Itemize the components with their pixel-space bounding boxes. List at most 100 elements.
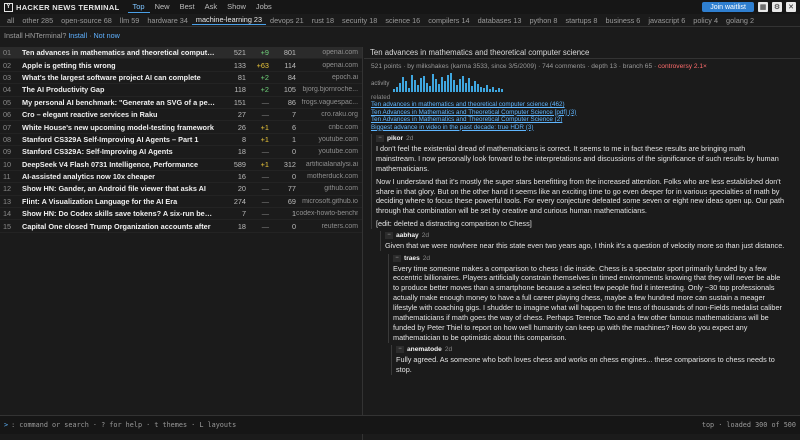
story-rank-delta: — — [261, 97, 269, 107]
comment-author[interactable]: anematode — [407, 346, 442, 353]
story-list: 0 1 Ten advances in mathematics and theore… — [0, 47, 363, 440]
story-row[interactable]: 08 Stanford CS329A Self-Improving AI Agen… — [0, 134, 362, 147]
story-row[interactable]: 05 My personal AI benchmark: "Generate an… — [0, 97, 362, 109]
comment-body: Given that we were nowhere near this sta… — [385, 241, 786, 251]
nav-new[interactable]: New — [150, 1, 175, 13]
story-comments: 0 — [291, 172, 296, 182]
story-rank: 12 — [3, 184, 12, 194]
category-tab[interactable]: security 18 — [338, 16, 381, 25]
related-link[interactable]: Ten advances in mathematics and theoreti… — [371, 101, 793, 109]
command-input[interactable]: : command or search · ? for help · t the… — [11, 421, 236, 429]
nav-ask[interactable]: Ask — [200, 1, 223, 13]
category-tab[interactable]: open-source 68 — [57, 16, 116, 25]
story-row[interactable]: 01 Ten advances in mathematics and theore… — [0, 47, 362, 60]
grid-icon[interactable]: ▦ — [758, 2, 768, 12]
collapse-toggle-icon[interactable]: − — [376, 135, 384, 143]
comment-author[interactable]: aabhay — [396, 232, 419, 239]
activity-bar — [474, 81, 476, 92]
activity-bar — [393, 88, 395, 92]
story-row[interactable]: 11 AI-assisted analytics now 10x cheaper 1… — [0, 171, 362, 184]
story-points: 589 — [233, 159, 246, 169]
activity-bar — [486, 84, 488, 92]
story-title: Show HN: Do Codex skills save tokens? A … — [22, 209, 215, 219]
command-bar[interactable]: > : command or search · ? for help · t t… — [0, 415, 800, 434]
activity-bar — [414, 80, 416, 92]
story-row[interactable]: 04 The AI Productivity Gap 118 +2 105 bjorg.b… — [0, 84, 362, 97]
category-tab[interactable]: science 16 — [381, 16, 424, 25]
story-rank: 09 — [3, 147, 12, 157]
join-waitlist-button[interactable]: Join waitlist — [702, 2, 754, 12]
story-title: The AI Productivity Gap — [22, 85, 105, 95]
not-now-link[interactable]: Not now — [93, 31, 119, 40]
category-tab[interactable]: policy 4 — [689, 16, 722, 25]
comment-paragraph: Fully agreed. As someone who both loves … — [396, 355, 775, 375]
category-tab[interactable]: databases 13 — [474, 16, 526, 25]
activity-bar — [459, 79, 461, 92]
comment-paragraph: Now I understand that it's mostly the su… — [376, 176, 785, 216]
category-tab[interactable]: hardware 34 — [143, 16, 192, 25]
story-rank: 08 — [3, 134, 12, 144]
category-tab[interactable]: machine-learning 23 — [191, 15, 267, 25]
settings-icon[interactable]: ⚙ — [772, 2, 782, 12]
story-row[interactable]: 03 What's the largest software project AI… — [0, 72, 362, 85]
category-tab[interactable]: llm 59 — [116, 16, 143, 25]
story-title: Stanford CS329A Self-Improving AI Agents… — [22, 134, 199, 144]
story-rank: 11 — [3, 172, 11, 182]
story-row[interactable]: 10 DeepSeek V4 Flash 0731 Intelligence, P… — [0, 159, 362, 171]
story-rank: 13 — [3, 196, 12, 206]
activity-bar — [417, 84, 419, 92]
nav-best[interactable]: Best — [175, 1, 200, 13]
story-row[interactable]: 09 Stanford CS329A: Self-Improving AI Age… — [0, 146, 362, 159]
story-row[interactable]: 02 Apple is getting this wrong 133 +63 114 op… — [0, 59, 362, 72]
related-link[interactable]: Biggest advance in video in the past dec… — [371, 124, 793, 132]
story-rank-delta: — — [261, 184, 269, 194]
story-title: Ten advances in mathematics and theoreti… — [22, 48, 215, 58]
collapse-toggle-icon[interactable]: − — [396, 346, 404, 354]
close-icon[interactable]: ✕ — [786, 2, 796, 12]
category-tab[interactable]: startups 8 — [561, 16, 601, 25]
category-tab[interactable]: business 6 — [601, 16, 644, 25]
story-comments: 1 — [291, 134, 296, 144]
story-comments: 86 — [287, 97, 296, 107]
related-link[interactable]: Ten Advances in Mathematics and Theoreti… — [371, 109, 793, 117]
story-row[interactable]: 12 Show HN: Gander, an Android file viewe… — [0, 183, 362, 196]
story-comments: 105 — [283, 85, 296, 95]
story-row[interactable]: 06 Cro – elegant reactive services in Rak… — [0, 109, 362, 122]
category-tab[interactable]: rust 18 — [308, 16, 338, 25]
nav-show[interactable]: Show — [222, 1, 251, 13]
story-row[interactable]: 15 Capital One closed Trump Organization … — [0, 220, 362, 233]
category-tab[interactable]: devops 21 — [266, 16, 308, 25]
related-link[interactable]: Ten Advances in Mathematics and Theoreti… — [371, 116, 793, 124]
story-rank: 03 — [3, 72, 12, 82]
story-title: DeepSeek V4 Flash 0731 Intelligence, Per… — [22, 159, 199, 169]
app-logo[interactable]: Y HACKER NEWS TERMINAL — [4, 2, 120, 12]
story-points: 133 — [233, 60, 246, 70]
install-link[interactable]: Install — [68, 31, 87, 40]
category-tab[interactable]: javascript 6 — [644, 16, 689, 25]
category-tab[interactable]: all — [3, 16, 18, 25]
nav-top[interactable]: Top — [127, 1, 150, 13]
collapse-toggle-icon[interactable]: − — [385, 232, 393, 240]
story-row[interactable]: 07 White House's new upcoming model-testi… — [0, 121, 362, 134]
story-row[interactable]: 14 Show HN: Do Codex skills save tokens? … — [0, 208, 362, 221]
comment-body: I don't feel the existential dread of ma… — [376, 144, 786, 228]
story-rank-delta: +2 — [260, 85, 269, 95]
category-tab[interactable]: compilers 14 — [424, 16, 473, 25]
story-meta: 521 points · by milkshakes (karma 3533, … — [364, 59, 800, 70]
nav-jobs[interactable]: Jobs — [251, 1, 277, 13]
story-rank: 14 — [3, 209, 12, 219]
collapse-toggle-icon[interactable]: − — [393, 254, 401, 262]
category-tab[interactable]: other 285 — [18, 16, 57, 25]
category-tabs: all other 285 open-source 68 llm 59 hardware… — [0, 14, 800, 27]
story-points: 151 — [233, 97, 246, 107]
story-rank-delta: — — [261, 147, 269, 157]
activity-bar — [483, 87, 485, 92]
activity-label: activity — [371, 81, 390, 87]
comment-author[interactable]: traes — [404, 255, 420, 262]
story-rank-delta: +1 — [260, 159, 269, 169]
category-tab[interactable]: golang 2 — [722, 16, 758, 25]
comment-author[interactable]: pikor — [387, 135, 403, 142]
activity-bar — [444, 81, 446, 92]
story-row[interactable]: 13 Flint: A Visualization Language for th… — [0, 196, 362, 209]
category-tab[interactable]: python 8 — [525, 16, 561, 25]
